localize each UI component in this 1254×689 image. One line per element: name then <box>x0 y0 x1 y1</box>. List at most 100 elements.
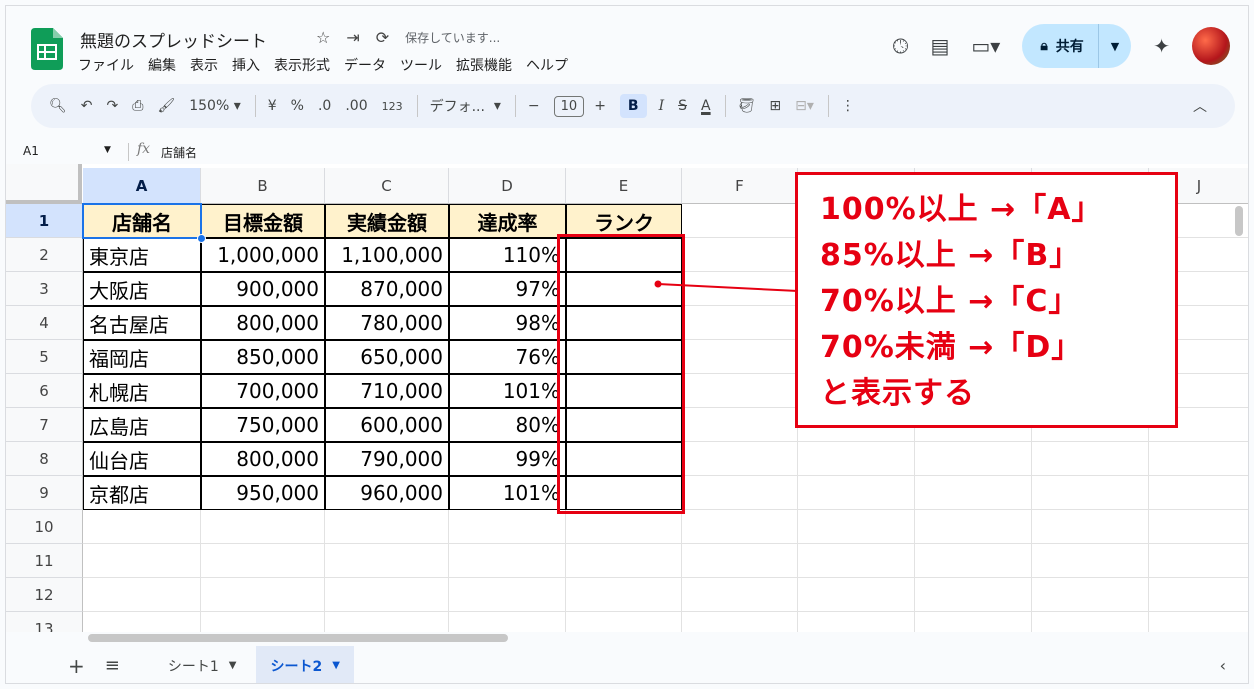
cell-i8[interactable] <box>1032 442 1149 476</box>
menu-view[interactable]: 表示 <box>190 55 218 75</box>
cell-d2[interactable]: 110% <box>449 238 566 272</box>
menu-help[interactable]: ヘルプ <box>526 55 568 75</box>
sheets-logo-icon[interactable] <box>31 28 63 70</box>
cell-a11[interactable] <box>83 544 201 578</box>
cell-f6[interactable] <box>682 374 798 408</box>
cell-h12[interactable] <box>915 578 1032 612</box>
cell-h11[interactable] <box>915 544 1032 578</box>
row-header-13[interactable]: 13 <box>6 612 83 632</box>
print-icon[interactable]: ⎙ <box>132 98 143 114</box>
gemini-sparkle-icon[interactable]: ✦ <box>1153 34 1170 58</box>
cell-j11[interactable] <box>1149 544 1248 578</box>
cell-j8[interactable] <box>1149 442 1248 476</box>
cell-b1[interactable]: 目標金額 <box>201 204 325 238</box>
cell-c2[interactable]: 1,100,000 <box>325 238 449 272</box>
sheet-tab[interactable]: シート1 ▼ <box>154 646 251 683</box>
font-size-decrease-button[interactable]: − <box>528 98 540 114</box>
cell-a4[interactable]: 名古屋店 <box>83 306 201 340</box>
cell-e10[interactable] <box>566 510 682 544</box>
menu-format[interactable]: 表示形式 <box>274 55 330 75</box>
cell-c7[interactable]: 600,000 <box>325 408 449 442</box>
cell-b9[interactable]: 950,000 <box>201 476 325 510</box>
sheet-grid[interactable]: A B C D E F J 1 店舗名 目標金額 実績金額 達成率 ランク 2 東京店 1,000,000 1,… <box>6 164 1248 632</box>
cell-c5[interactable]: 650,000 <box>325 340 449 374</box>
cell-f11[interactable] <box>682 544 798 578</box>
font-size-increase-button[interactable]: + <box>594 98 606 114</box>
row-header-9[interactable]: 9 <box>6 476 83 510</box>
cell-j13[interactable] <box>1149 612 1248 632</box>
formula-input[interactable]: 店舗名 <box>161 144 197 161</box>
row-header-7[interactable]: 7 <box>6 408 83 442</box>
cell-g12[interactable] <box>798 578 915 612</box>
collapse-sidebar-icon[interactable]: ‹ <box>1220 656 1226 675</box>
menu-extensions[interactable]: 拡張機能 <box>456 55 512 75</box>
undo-icon[interactable]: ↶ <box>81 98 93 114</box>
row-header-11[interactable]: 11 <box>6 544 83 578</box>
cell-c12[interactable] <box>325 578 449 612</box>
column-header-b[interactable]: B <box>201 168 325 204</box>
cell-f2[interactable] <box>682 238 798 272</box>
comments-icon[interactable]: ▤ <box>930 34 949 58</box>
cell-b11[interactable] <box>201 544 325 578</box>
cell-f8[interactable] <box>682 442 798 476</box>
doc-title[interactable]: 無題のスプレッドシート <box>80 27 267 52</box>
text-color-button[interactable]: A <box>701 98 711 114</box>
column-header-e[interactable]: E <box>566 168 682 204</box>
row-header-8[interactable]: 8 <box>6 442 83 476</box>
fill-handle[interactable] <box>197 234 206 243</box>
paint-format-icon[interactable]: 🖌︎ <box>157 98 175 114</box>
cell-g10[interactable] <box>798 510 915 544</box>
cell-h10[interactable] <box>915 510 1032 544</box>
cell-c10[interactable] <box>325 510 449 544</box>
cell-b13[interactable] <box>201 612 325 632</box>
meet-icon[interactable]: ▭▾ <box>971 34 1000 58</box>
cell-a8[interactable]: 仙台店 <box>83 442 201 476</box>
cell-c9[interactable]: 960,000 <box>325 476 449 510</box>
cell-c13[interactable] <box>325 612 449 632</box>
cell-b7[interactable]: 750,000 <box>201 408 325 442</box>
strikethrough-icon[interactable]: S <box>678 98 687 114</box>
row-header-1[interactable]: 1 <box>6 204 83 238</box>
collapse-toolbar-icon[interactable]: ︿ <box>1193 96 1207 116</box>
cell-d5[interactable]: 76% <box>449 340 566 374</box>
cell-a3[interactable]: 大阪店 <box>83 272 201 306</box>
cell-b5[interactable]: 850,000 <box>201 340 325 374</box>
column-header-c[interactable]: C <box>325 168 449 204</box>
cell-h9[interactable] <box>915 476 1032 510</box>
cell-b2[interactable]: 1,000,000 <box>201 238 325 272</box>
star-icon[interactable]: ☆ <box>316 28 330 47</box>
increase-decimal-button[interactable]: .00 <box>345 98 367 114</box>
cell-d10[interactable] <box>449 510 566 544</box>
share-dropdown-icon[interactable]: ▼ <box>1099 40 1131 53</box>
sheet-tab-active[interactable]: シート2 ▼ <box>256 646 354 683</box>
cell-b6[interactable]: 700,000 <box>201 374 325 408</box>
horizontal-scrollbar[interactable] <box>88 634 508 642</box>
cell-h13[interactable] <box>915 612 1032 632</box>
row-header-4[interactable]: 4 <box>6 306 83 340</box>
add-sheet-icon[interactable]: + <box>68 654 85 678</box>
share-button[interactable]: 🔒︎ 共有 <box>1022 24 1099 68</box>
cell-i10[interactable] <box>1032 510 1149 544</box>
cell-d13[interactable] <box>449 612 566 632</box>
cell-d6[interactable]: 101% <box>449 374 566 408</box>
row-header-10[interactable]: 10 <box>6 510 83 544</box>
menu-tools[interactable]: ツール <box>400 55 442 75</box>
cell-g13[interactable] <box>798 612 915 632</box>
cell-e1[interactable]: ランク <box>566 204 682 238</box>
borders-icon[interactable]: ⊞ <box>769 98 781 114</box>
fill-color-icon[interactable]: 🪣︎ <box>738 98 756 114</box>
cell-c1[interactable]: 実績金額 <box>325 204 449 238</box>
cell-c11[interactable] <box>325 544 449 578</box>
cell-b8[interactable]: 800,000 <box>201 442 325 476</box>
cell-j12[interactable] <box>1149 578 1248 612</box>
row-header-12[interactable]: 12 <box>6 578 83 612</box>
cell-a1[interactable]: 店舗名 <box>83 204 201 238</box>
cell-b10[interactable] <box>201 510 325 544</box>
cell-a9[interactable]: 京都店 <box>83 476 201 510</box>
cell-c3[interactable]: 870,000 <box>325 272 449 306</box>
cell-d7[interactable]: 80% <box>449 408 566 442</box>
row-header-2[interactable]: 2 <box>6 238 83 272</box>
cell-i9[interactable] <box>1032 476 1149 510</box>
cell-d3[interactable]: 97% <box>449 272 566 306</box>
cell-f12[interactable] <box>682 578 798 612</box>
